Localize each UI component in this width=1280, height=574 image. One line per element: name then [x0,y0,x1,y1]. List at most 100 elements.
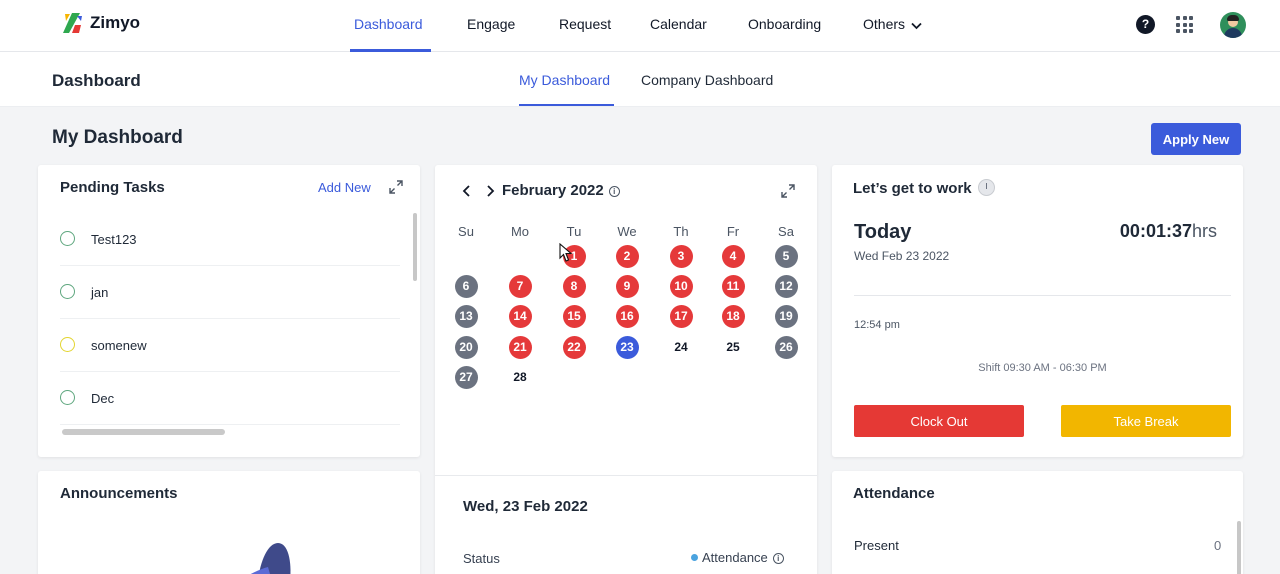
task-item[interactable]: somenew [60,319,400,372]
calendar-day[interactable]: 17 [669,305,693,329]
today-date: Wed Feb 23 2022 [854,249,950,263]
task-item[interactable]: jan [60,266,400,319]
calendar-day[interactable]: 5 [774,245,798,268]
weekday-label: Mo [510,224,530,239]
timer-value: 00:01:37 [1119,221,1192,241]
calendar-day[interactable]: 7 [508,275,532,299]
zimyo-logo-icon [63,13,82,33]
help-icon[interactable]: ? [1136,15,1155,34]
nav-engage[interactable]: Engage [467,16,515,32]
apply-new-button[interactable]: Apply New [1151,123,1241,155]
prev-month-icon[interactable] [462,185,471,197]
calendar-day[interactable]: 11 [721,275,745,299]
calendar-day[interactable]: 13 [454,305,478,329]
announcements-title: Announcements [60,485,178,502]
calendar-day[interactable]: 16 [615,305,639,329]
today-label: Today [854,221,912,243]
calendar-day[interactable]: 2 [615,245,639,268]
calendar-day[interactable]: 23 [615,335,639,359]
nav-others[interactable]: Others [863,16,922,32]
pending-tasks-title: Pending Tasks [60,179,165,196]
calendar-card: February 2022 i Su Mo Tu We Th Fr Sa 12 3 4 5 6 7 8 9 1… [435,165,817,574]
nav-calendar[interactable]: Calendar [650,16,707,32]
attendance-dot [691,554,698,561]
weekday-label: Fr [726,224,740,239]
sub-header: Dashboard My Dashboard Company Dashboard [0,52,1280,107]
weekday-label: Tu [566,224,582,239]
calendar-day[interactable]: 19 [774,305,798,329]
calendar-day[interactable]: 26 [774,335,798,359]
pending-tasks-card: Pending Tasks Add New Test123 jan somene… [38,165,420,457]
nav-dashboard[interactable]: Dashboard [354,16,423,32]
add-new-task-link[interactable]: Add New [318,180,371,195]
mouse-cursor-icon [559,243,573,262]
tab-company-dashboard[interactable]: Company Dashboard [641,72,773,88]
calendar-day[interactable]: 9 [615,275,639,299]
status-label: Status [463,551,500,566]
calendar-day[interactable]: 20 [454,335,478,359]
calendar-day[interactable]: 15 [562,305,586,329]
megaphone-illustration [250,543,291,574]
calendar-day[interactable]: 21 [508,335,532,359]
timer-unit: hrs [1191,221,1217,241]
work-title-label: Let’s get to work [853,180,972,197]
attendance-status-label: Attendance [702,550,768,565]
app-name: Zimyo [90,13,141,32]
task-status-icon[interactable] [60,284,75,299]
selected-date: Wed, 23 Feb 2022 [463,498,588,515]
page-title: My Dashboard [52,127,183,148]
task-status-icon[interactable] [60,231,75,246]
calendar-day[interactable]: 10 [669,275,693,299]
weekday-label: Th [673,224,689,239]
expand-icon[interactable] [389,180,403,194]
task-status-icon[interactable] [60,390,75,405]
work-title: Let’s get to work [853,179,995,197]
section-title: Dashboard [52,71,141,90]
present-label: Present [854,538,899,553]
info-icon[interactable]: i [772,553,784,564]
nav-onboarding[interactable]: Onboarding [748,16,821,32]
zimyo-logo[interactable]: Zimyo [63,12,140,34]
task-label: Dec [91,391,115,406]
expand-icon[interactable] [781,184,795,198]
task-status-icon[interactable] [60,337,75,352]
tab-my-dashboard[interactable]: My Dashboard [519,72,610,88]
calendar-day[interactable]: 14 [508,305,532,329]
calendar-day[interactable]: 24 [670,336,693,359]
calendar-day[interactable]: 6 [454,275,478,299]
shift-timing: Shift 09:30 AM - 06:30 PM [978,362,1107,374]
calendar-day[interactable]: 18 [721,305,745,329]
calendar-day[interactable]: 25 [722,336,745,359]
vertical-scrollbar[interactable] [1237,521,1241,574]
clock-in-time: 12:54 pm [854,319,900,331]
info-icon[interactable]: i [608,186,620,197]
weekday-label: We [617,224,637,239]
next-month-icon[interactable] [486,185,495,197]
work-timer: 00:01:37hrs [1120,221,1217,242]
work-card: Let’s get to work Today Wed Feb 23 2022 … [832,165,1243,457]
nav-others-label: Others [863,16,906,32]
vertical-scrollbar[interactable] [413,213,417,281]
avatar[interactable] [1220,12,1246,38]
calendar-day[interactable]: 4 [721,245,745,268]
calendar-day[interactable]: 3 [669,245,693,268]
attendance-card: Attendance Present 0 [832,471,1243,574]
calendar-day[interactable]: 27 [454,365,478,389]
task-item[interactable]: Test123 [60,213,400,266]
apps-grid-icon[interactable] [1176,16,1193,33]
tab-active-indicator [519,104,614,106]
attendance-status: Attendance i [702,550,784,565]
calendar-day[interactable]: 28 [509,366,532,389]
calendar-day[interactable]: 12 [774,275,798,299]
clock-out-button[interactable]: Clock Out [854,405,1024,437]
task-item[interactable]: Dec [60,372,400,425]
calendar-day[interactable]: 22 [562,335,586,359]
chevron-down-icon [911,22,922,30]
calendar-month: February 2022 i [502,182,620,199]
nav-request[interactable]: Request [559,16,611,32]
take-break-button[interactable]: Take Break [1061,405,1231,437]
calendar-day[interactable]: 8 [562,275,586,299]
calendar-month-label: February 2022 [502,182,604,199]
top-navbar: Zimyo Dashboard Engage Request Calendar … [0,0,1280,52]
horizontal-scrollbar[interactable] [62,429,225,435]
